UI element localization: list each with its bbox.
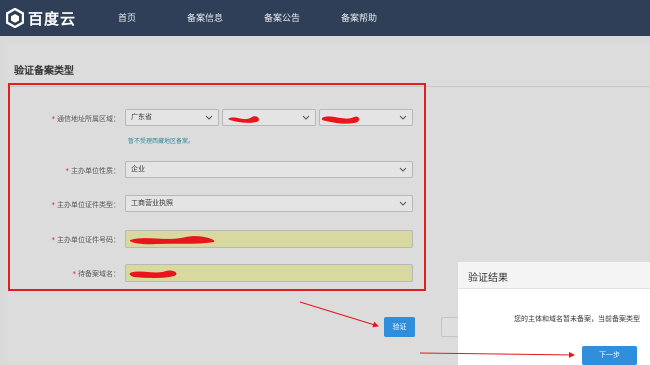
annotation-arrows [299, 301, 575, 358]
arrow-to-verify [299, 301, 379, 328]
arrow-to-next [419, 351, 575, 358]
